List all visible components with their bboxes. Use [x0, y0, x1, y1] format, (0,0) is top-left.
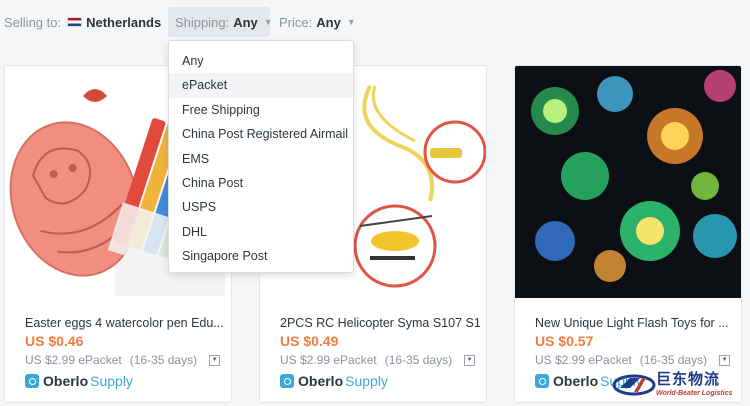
shipping-option-china-post-registered-airmail[interactable]: China Post Registered Airmail [169, 122, 353, 146]
filter-bar: Selling to: Netherlands ▼ Shipping: Any … [0, 0, 750, 44]
selling-to-label: Selling to: [4, 14, 62, 30]
product-card[interactable]: New Unique Light Flash Toys for ... US $… [514, 65, 742, 403]
watermark-logo-icon [612, 374, 656, 396]
selling-to-filter[interactable]: Selling to: Netherlands ▼ [4, 7, 176, 37]
chevron-down-icon: ▼ [346, 17, 356, 27]
oberlo-logo-icon [25, 374, 39, 388]
netherlands-flag-icon [67, 17, 83, 27]
price-label: Price: [279, 14, 313, 30]
shipping-cost: US $2.99 ePacket [280, 353, 377, 367]
product-price: US $0.46 [25, 333, 84, 349]
shipping-days: (16-35 days) [129, 353, 198, 367]
shipping-dropdown-menu: Any ePacket Free Shipping China Post Reg… [168, 40, 354, 273]
shipping-option-singapore-post[interactable]: Singapore Post [169, 244, 353, 268]
price-value: Any [316, 14, 341, 30]
chevron-down-icon: ▼ [263, 17, 273, 27]
product-price: US $0.49 [280, 333, 339, 349]
shipping-option-any[interactable]: Any [169, 49, 353, 73]
shipping-option-dhl[interactable]: DHL [169, 220, 353, 244]
watermark-cn: 巨东物流 [656, 371, 721, 388]
shipping-days: (16-35 days) [384, 353, 453, 367]
supplier-brand: Oberlo Supply [280, 373, 388, 389]
brand-name: Oberlo [298, 373, 344, 389]
price-filter[interactable]: Price: Any ▼ [279, 7, 356, 37]
shipping-option-free-shipping[interactable]: Free Shipping [169, 98, 353, 122]
shipping-option-china-post[interactable]: China Post [169, 171, 353, 195]
supplier-brand: Oberlo Supply [25, 373, 133, 389]
shipping-value: Any [233, 14, 258, 30]
product-title[interactable]: New Unique Light Flash Toys for ... [535, 316, 735, 330]
shipping-dropdown-toggle[interactable]: ▼ [719, 354, 731, 366]
brand-sub: Supply [90, 373, 133, 389]
selling-to-value: Netherlands [86, 14, 162, 30]
watermark-text: 巨东物流 World-Beater Logistics [656, 368, 733, 397]
oberlo-logo-icon [280, 374, 294, 388]
shipping-option-ems[interactable]: EMS [169, 147, 353, 171]
product-title[interactable]: Easter eggs 4 watercolor pen Edu... [25, 316, 225, 330]
oberlo-logo-icon [535, 374, 549, 388]
shipping-cost: US $2.99 ePacket [25, 353, 122, 367]
brand-sub: Supply [345, 373, 388, 389]
product-image[interactable] [515, 66, 741, 298]
brand-name: Oberlo [43, 373, 89, 389]
shipping-label: Shipping: [175, 14, 230, 30]
shipping-dropdown-toggle[interactable]: ▼ [209, 354, 221, 366]
shipping-info: US $2.99 ePacket (16-35 days) ▼ [535, 353, 731, 367]
watermark-en: World-Beater Logistics [656, 390, 733, 397]
shipping-cost: US $2.99 ePacket [535, 353, 632, 367]
product-title[interactable]: 2PCS RC Helicopter Syma S107 S1... [280, 316, 480, 330]
watermark: 巨东物流 World-Beater Logistics [612, 366, 748, 404]
shipping-option-usps[interactable]: USPS [169, 195, 353, 219]
shipping-filter[interactable]: Shipping: Any ▼ [168, 7, 273, 37]
shipping-days: (16-35 days) [639, 353, 708, 367]
shipping-option-epacket[interactable]: ePacket [169, 73, 353, 98]
shipping-info: US $2.99 ePacket (16-35 days) ▼ [280, 353, 476, 367]
shipping-info: US $2.99 ePacket (16-35 days) ▼ [25, 353, 221, 367]
shipping-dropdown-toggle[interactable]: ▼ [464, 354, 476, 366]
brand-name: Oberlo [553, 373, 599, 389]
product-price: US $0.57 [535, 333, 594, 349]
